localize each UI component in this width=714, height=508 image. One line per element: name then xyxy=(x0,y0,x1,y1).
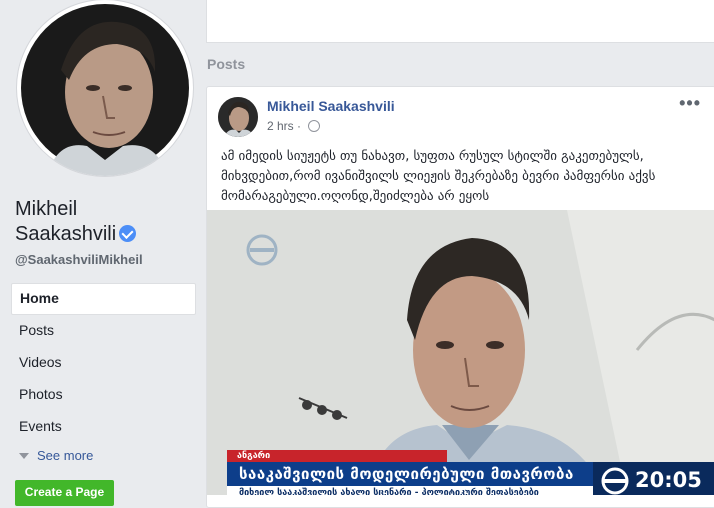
chevron-down-icon xyxy=(19,453,29,459)
globe-icon xyxy=(308,120,321,132)
post-author-name[interactable]: Mikheil Saakashvili xyxy=(267,98,395,114)
page-handle[interactable]: @SaakashviliMikheil xyxy=(15,252,143,267)
nav-item-videos[interactable]: Videos xyxy=(11,347,196,379)
posts-heading: Posts xyxy=(207,56,246,72)
page-name[interactable]: Mikheil Saakashvili xyxy=(15,197,195,247)
post-video[interactable]: ანგარი სააკაშვილის მოდელირებული მთავრობა… xyxy=(207,210,714,495)
verified-badge-icon xyxy=(119,225,137,242)
author-photo xyxy=(218,97,258,137)
post-timestamp[interactable]: 2 hrs xyxy=(267,119,294,133)
more-options-icon[interactable]: ••• xyxy=(679,93,701,114)
nav-item-posts[interactable]: Posts xyxy=(11,315,196,347)
tv-subline: მიხეილ სააკაშვილის ახალი სცენარი - პოლიტ… xyxy=(227,486,605,495)
nav-item-photos[interactable]: Photos xyxy=(11,379,196,411)
create-page-button[interactable]: Create a Page xyxy=(15,480,114,506)
nav-item-events[interactable]: Events xyxy=(11,411,196,443)
page-nav: Home Posts Videos Photos Events See more xyxy=(11,283,196,471)
page-name-first: Mikheil xyxy=(15,198,78,220)
top-card xyxy=(206,0,714,43)
post-meta: 2 hrs · xyxy=(267,119,321,133)
tv-tag: ანგარი xyxy=(227,450,447,462)
page-name-last: Saakashvili xyxy=(15,222,195,247)
post-author-avatar[interactable] xyxy=(218,97,258,137)
tv-clock-time: 20:05 xyxy=(635,468,702,492)
channel-logo-icon xyxy=(601,467,629,495)
left-column: Mikheil Saakashvili @SaakashviliMikheil … xyxy=(0,0,200,506)
nav-item-home[interactable]: Home xyxy=(11,283,196,315)
profile-avatar[interactable] xyxy=(17,0,193,176)
tv-headline: სააკაშვილის მოდელირებული მთავრობა xyxy=(227,462,605,486)
post-text: ამ იმედის სიუჟეტს თუ ნახავთ, სუფთა რუსულ… xyxy=(221,149,656,204)
see-more-label: See more xyxy=(37,448,94,463)
profile-photo xyxy=(21,4,189,176)
page-name-last-text: Saakashvili xyxy=(15,223,117,245)
see-more-link[interactable]: See more xyxy=(11,443,196,471)
post-card: Mikheil Saakashvili 2 hrs · ••• ამ იმედი… xyxy=(206,86,714,508)
tv-clock: 20:05 xyxy=(593,462,714,495)
